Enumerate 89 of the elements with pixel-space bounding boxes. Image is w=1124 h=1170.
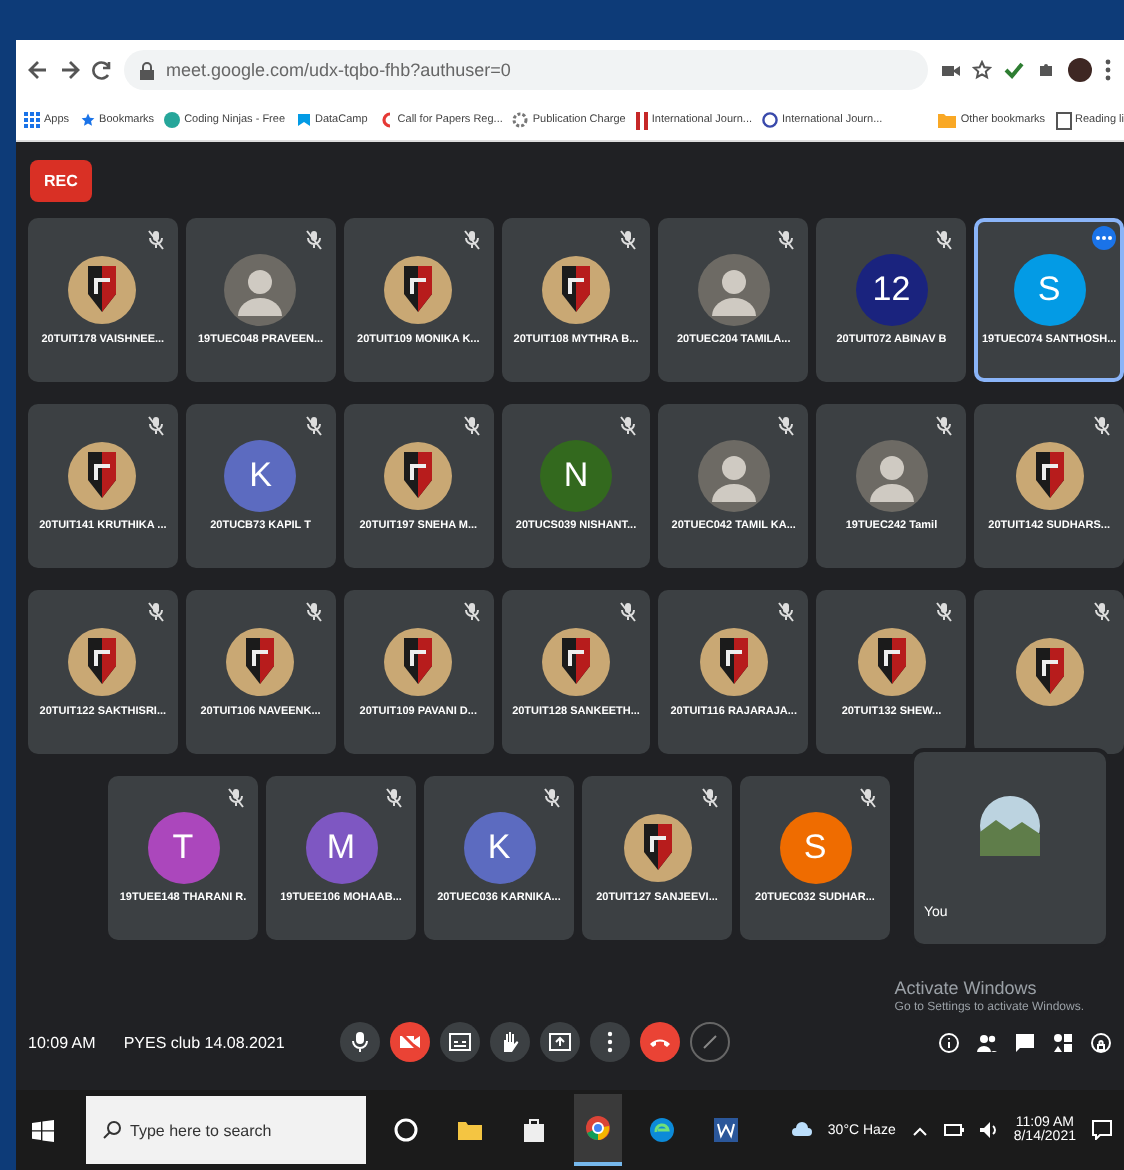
emblem-avatar xyxy=(542,626,610,698)
bars-icon xyxy=(635,111,648,129)
emblem-avatar xyxy=(68,254,137,326)
store-icon xyxy=(520,1116,548,1144)
weather-icon[interactable] xyxy=(791,1120,812,1140)
more-options-icon[interactable] xyxy=(1092,226,1117,250)
camera-icon xyxy=(398,1030,423,1054)
letter-avatar: S xyxy=(779,812,851,884)
bookmark-icon xyxy=(295,112,311,128)
camera-button[interactable] xyxy=(390,1022,431,1062)
lock-symbol-icon xyxy=(1090,1031,1112,1053)
captions-button[interactable] xyxy=(440,1022,481,1062)
user-silhouette-avatar xyxy=(697,254,770,326)
emblem-avatar xyxy=(384,626,453,698)
info-icon[interactable] xyxy=(938,1031,960,1053)
taskbar-search-field[interactable]: Type here to search xyxy=(86,1096,366,1164)
meeting-time: 10:09 AM xyxy=(28,1033,96,1051)
reload-icon[interactable] xyxy=(92,60,112,80)
emblem-avatar xyxy=(384,254,453,326)
emblem-avatar xyxy=(68,440,137,512)
emblem-avatar xyxy=(699,626,768,698)
page-icon xyxy=(1055,111,1072,129)
user-silhouette-avatar xyxy=(697,440,770,512)
activation-notice-title: Activate Windows xyxy=(894,978,1039,998)
folder-icon xyxy=(938,112,957,128)
user-silhouette-avatar xyxy=(224,254,297,326)
present-icon xyxy=(548,1030,573,1054)
emblem-avatar xyxy=(226,626,295,698)
letter-avatar: T xyxy=(147,812,219,884)
letter-avatar: K xyxy=(463,812,535,884)
battery-icon[interactable] xyxy=(943,1124,964,1136)
end-button[interactable] xyxy=(640,1022,681,1062)
apps-grid-icon xyxy=(24,112,40,128)
star-icon[interactable] xyxy=(972,60,992,80)
chrome-taskbar-icon[interactable] xyxy=(574,1094,622,1166)
more-button[interactable] xyxy=(590,1022,631,1062)
people-symbol-icon xyxy=(976,1031,998,1053)
menu-icon[interactable] xyxy=(1104,58,1112,82)
back-icon[interactable] xyxy=(28,60,48,80)
check-icon[interactable] xyxy=(1004,60,1024,80)
arc-icon xyxy=(377,112,394,128)
edge-icon xyxy=(648,1116,676,1144)
circle-icon xyxy=(164,112,181,128)
people-icon[interactable] xyxy=(976,1031,998,1053)
chat-symbol-icon xyxy=(1014,1031,1036,1053)
letter-avatar: M xyxy=(305,812,377,884)
activities-symbol-icon xyxy=(1052,1031,1074,1053)
mic-icon xyxy=(348,1030,373,1054)
emblem-avatar xyxy=(857,626,926,698)
mic-button[interactable] xyxy=(340,1022,381,1062)
chat-icon[interactable] xyxy=(1014,1031,1036,1053)
chrome-icon xyxy=(584,1114,612,1142)
meeting-title: PYES club 14.08.2021 xyxy=(123,1033,285,1051)
landscape-avatar xyxy=(980,796,1040,856)
speaker-icon[interactable] xyxy=(979,1122,998,1138)
emblem-avatar xyxy=(384,440,453,512)
emblem-avatar xyxy=(68,626,137,698)
captions-icon xyxy=(448,1030,473,1054)
present-button[interactable] xyxy=(540,1022,581,1062)
letter-avatar: S xyxy=(1013,254,1086,326)
cortana-icon xyxy=(392,1116,420,1144)
recording-badge: REC xyxy=(30,159,92,201)
lock-icon[interactable] xyxy=(1090,1031,1112,1053)
forward-icon[interactable] xyxy=(60,60,80,80)
letter-avatar: K xyxy=(224,440,297,512)
hand-icon xyxy=(498,1030,523,1054)
letter-avatar: N xyxy=(540,440,612,512)
star-icon xyxy=(79,112,96,128)
info-symbol-icon xyxy=(938,1031,960,1053)
activities-icon[interactable] xyxy=(1052,1031,1074,1053)
folder-icon xyxy=(456,1116,484,1144)
chevron-up-icon[interactable] xyxy=(911,1125,928,1135)
pen-button[interactable] xyxy=(690,1022,731,1062)
hand-button[interactable] xyxy=(490,1022,531,1062)
user-silhouette-avatar xyxy=(855,440,928,512)
emblem-avatar xyxy=(623,812,691,884)
notifications-icon[interactable] xyxy=(1092,1120,1112,1140)
participant-tile[interactable] xyxy=(974,590,1124,754)
camera-icon[interactable] xyxy=(940,60,960,80)
profile-avatar[interactable] xyxy=(1068,58,1092,82)
emblem-avatar xyxy=(1015,636,1084,708)
letter-avatar: 12 xyxy=(855,254,928,326)
address-bar[interactable]: meet.google.com/udx-tqbo-fhb?authuser=0 xyxy=(124,50,928,90)
word-icon xyxy=(712,1116,740,1144)
emblem-avatar xyxy=(1015,440,1084,512)
pen-icon xyxy=(698,1030,723,1054)
ring-icon xyxy=(762,112,779,128)
emblem-avatar xyxy=(542,254,610,326)
dotted-circle-icon xyxy=(512,112,529,128)
